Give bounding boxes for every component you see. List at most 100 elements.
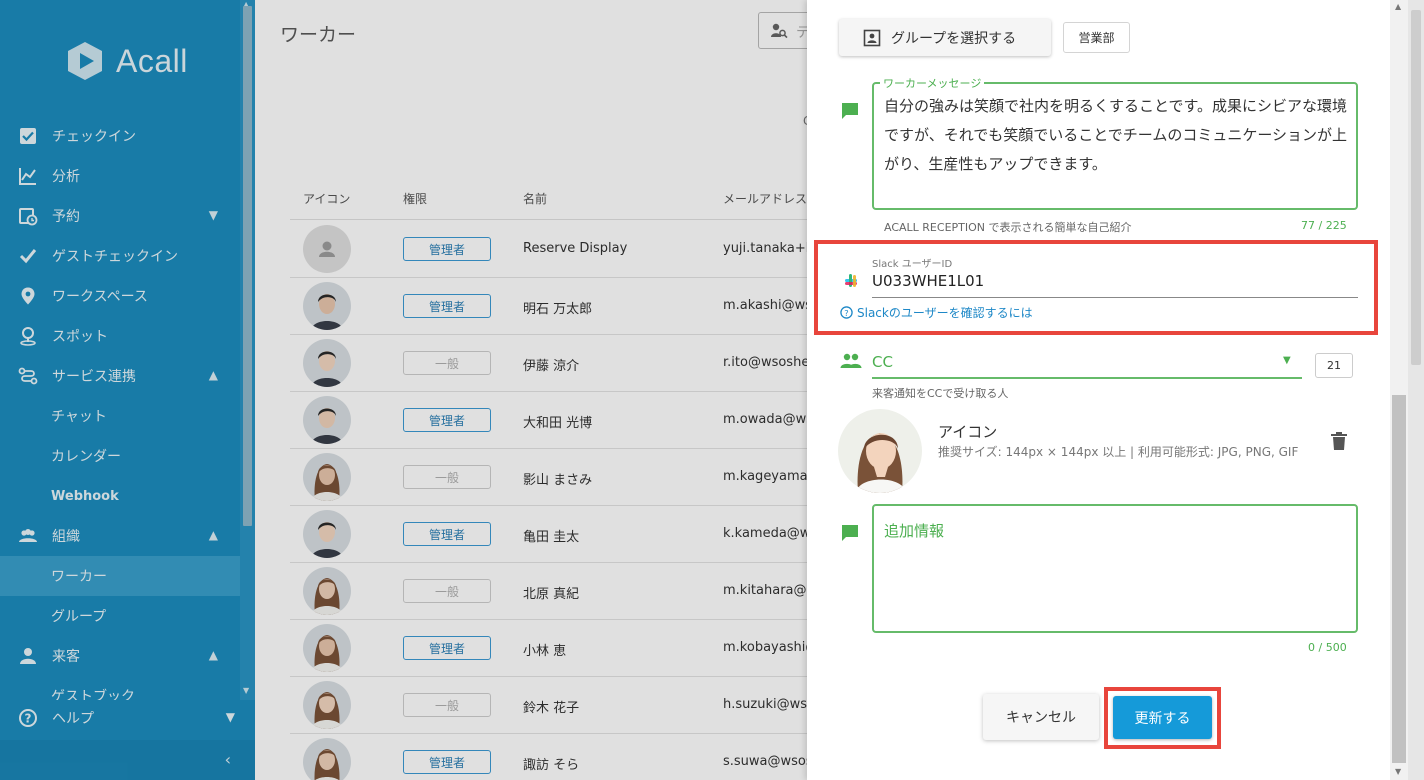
slack-icon <box>845 274 857 287</box>
worker-name: 小林 恵 <box>523 644 567 659</box>
app-root: Acall チェックイン 分析 予約 ▼ ゲストチェックイン ワークスペース スポット サービ… <box>0 0 1424 780</box>
worker-message-legend: ワーカーメッセージ <box>880 75 985 91</box>
panel-scrollbar[interactable]: ▲ ▼ <box>1390 0 1408 780</box>
sidebar-item-6[interactable]: スポット <box>0 316 240 356</box>
integration-icon <box>18 366 38 386</box>
column-header-name[interactable]: 名前 <box>523 190 547 207</box>
sidebar-item-label: 予約 <box>52 209 80 225</box>
scroll-down-arrow-icon[interactable]: ▼ <box>1395 767 1401 776</box>
svg-text:?: ? <box>25 712 32 726</box>
table-row[interactable]: 管理者 亀田 圭太 k.kameda@w <box>290 506 811 563</box>
table-row[interactable]: 一般 北原 真紀 m.kitahara@ <box>290 563 807 620</box>
table-row[interactable]: 管理者 小林 恵 m.kobayashi@ <box>290 620 818 677</box>
panel-scroll-thumb[interactable] <box>1392 395 1406 763</box>
table-row[interactable]: 一般 影山 まさみ m.kageyama@ <box>290 449 821 506</box>
spot-pin-icon <box>18 326 38 346</box>
sidebar-item-9[interactable]: カレンダー <box>0 436 240 476</box>
checkbox-icon <box>18 126 38 146</box>
column-header-icon[interactable]: アイコン <box>303 190 350 207</box>
extra-info-counter: 0 / 500 <box>1308 641 1347 654</box>
sidebar-item-4[interactable]: ゲストチェックイン <box>0 236 240 276</box>
table-row[interactable]: 一般 鈴木 花子 h.suzuki@wso <box>290 677 815 734</box>
icon-section-title: アイコン <box>938 423 998 441</box>
update-button[interactable]: 更新する <box>1113 696 1212 739</box>
dropdown-caret-icon[interactable]: ▼ <box>1283 355 1291 366</box>
slack-id-label: Slack ユーザーID <box>872 259 953 270</box>
avatar <box>303 738 351 780</box>
sidebar-item-1[interactable]: チェックイン <box>0 116 240 156</box>
column-header-email[interactable]: メールアドレス <box>723 190 807 207</box>
chevron-left-icon: ‹ <box>224 750 231 769</box>
message-icon <box>842 103 858 119</box>
worker-email: k.kameda@w <box>723 526 811 541</box>
sidebar-item-12[interactable]: ワーカー <box>0 556 240 596</box>
window-scrollbar[interactable] <box>1408 0 1424 780</box>
sidebar-item-2[interactable]: 分析 <box>0 156 240 196</box>
role-badge: 一般 <box>403 579 491 603</box>
sidebar-collapse-button[interactable]: ‹ <box>0 740 255 780</box>
role-badge: 一般 <box>403 465 491 489</box>
avatar <box>303 225 351 273</box>
worker-message-text[interactable]: 自分の強みは笑顔で社内を明るくすることです。成果にシビアな環境ですが、それでも笑… <box>884 92 1350 179</box>
sidebar-item-15[interactable]: ゲストブック <box>0 676 240 700</box>
worker-icon-photo[interactable] <box>838 409 922 493</box>
brand-name: Acall <box>116 42 188 79</box>
worker-name: 大和田 光博 <box>523 416 593 431</box>
cancel-button[interactable]: キャンセル <box>983 694 1099 740</box>
worker-name: 伊藤 涼介 <box>523 359 580 374</box>
table-row[interactable]: 管理者 大和田 光博 m.owada@ws <box>290 392 813 449</box>
brand-logo[interactable]: Acall <box>64 40 188 82</box>
sidebar-item-3[interactable]: 予約 ▼ <box>0 196 240 236</box>
svg-text:?: ? <box>844 308 848 318</box>
message-icon <box>842 525 858 541</box>
cc-helper-text: 来客通知をCCで受け取る人 <box>872 387 1009 400</box>
sidebar-item-5[interactable]: ワークスペース <box>0 276 240 316</box>
table-header: アイコン 権限 名前 メールアドレス <box>290 182 807 220</box>
sidebar-item-help[interactable]: ? ヘルプ ▼ <box>0 698 255 738</box>
avatar <box>303 339 351 387</box>
slack-help-link[interactable]: ? Slackのユーザーを確認するには <box>840 304 1033 321</box>
table-row[interactable]: 管理者 Reserve Display yuji.tanaka+h <box>290 221 814 278</box>
cc-select-label[interactable]: CC <box>872 353 893 371</box>
column-header-role[interactable]: 権限 <box>403 190 427 207</box>
sidebar-item-14[interactable]: 来客 ▲ <box>0 636 240 676</box>
sidebar-item-10[interactable]: Webhook <box>0 476 240 516</box>
select-group-button[interactable]: グループを選択する <box>839 19 1051 56</box>
sidebar-item-label: 組織 <box>52 529 80 545</box>
sidebar-scroll-thumb[interactable] <box>243 6 252 526</box>
check-icon <box>18 246 38 266</box>
sidebar-item-label: ワークスペース <box>52 289 148 305</box>
role-badge: 管理者 <box>403 294 491 318</box>
scroll-up-arrow-icon[interactable]: ▲ <box>1395 2 1401 11</box>
worker-name: 影山 まさみ <box>523 473 593 488</box>
sidebar-item-13[interactable]: グループ <box>0 596 240 636</box>
worker-name: Reserve Display <box>523 241 628 256</box>
worker-table-body: 管理者 Reserve Display yuji.tanaka+h 管理者 明石 万太郎… <box>290 221 821 780</box>
sidebar-scroll-area: Acall チェックイン 分析 予約 ▼ ゲストチェックイン ワークスペース スポット サービ… <box>0 0 240 700</box>
chevron-down-icon: ▼ <box>208 208 218 222</box>
sidebar: Acall チェックイン 分析 予約 ▼ ゲストチェックイン ワークスペース スポット サービ… <box>0 0 255 780</box>
table-row[interactable]: 管理者 明石 万太郎 m.akashi@ws <box>290 278 812 335</box>
group-chip[interactable]: 営業部 <box>1063 22 1130 53</box>
sidebar-item-label: サービス連携 <box>52 369 136 385</box>
sidebar-item-11[interactable]: 組織 ▲ <box>0 516 240 556</box>
scroll-down-arrow-icon[interactable]: ▼ <box>243 686 249 695</box>
chevron-up-icon: ▲ <box>208 528 218 542</box>
role-badge: 管理者 <box>403 408 491 432</box>
slack-help-link-label: Slackのユーザーを確認するには <box>857 306 1033 320</box>
window-scroll-thumb[interactable] <box>1411 10 1421 365</box>
slack-id-input[interactable]: U033WHE1L01 <box>872 272 984 290</box>
extra-info-field[interactable] <box>872 504 1358 633</box>
sidebar-item-8[interactable]: チャット <box>0 396 240 436</box>
trash-icon[interactable] <box>1330 431 1348 451</box>
avatar <box>303 681 351 729</box>
table-row[interactable]: 管理者 諏訪 そら s.suwa@wsos <box>290 734 813 780</box>
sidebar-item-7[interactable]: サービス連携 ▲ <box>0 356 240 396</box>
sidebar-scrollbar[interactable]: ▲ ▼ <box>240 0 255 700</box>
sidebar-item-label: ゲストチェックイン <box>52 249 178 265</box>
worker-email: m.owada@ws <box>723 412 813 427</box>
worker-list-page: ワーカー テ C アイコン 権限 名前 メールアドレス 管理者Reserve D… <box>255 0 821 780</box>
worker-email: r.ito@wsoshe <box>723 355 810 370</box>
location-pin-icon <box>18 286 38 306</box>
table-row[interactable]: 一般 伊藤 涼介 r.ito@wsoshe <box>290 335 810 392</box>
